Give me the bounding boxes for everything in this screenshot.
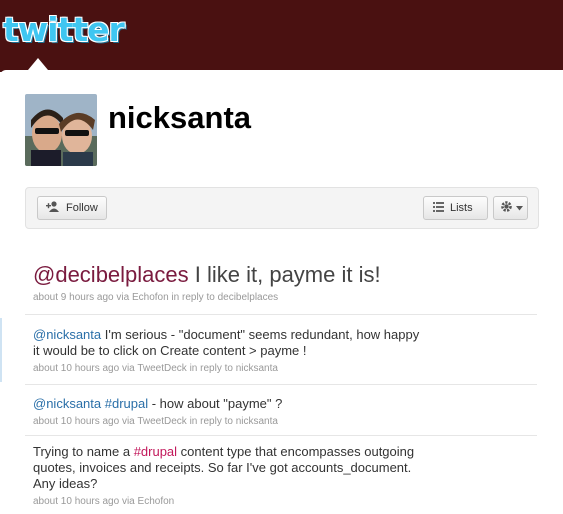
tweet-text: @decibelplaces I like it, payme it is! <box>33 262 381 288</box>
divider <box>25 384 537 385</box>
tweet-body-pre: Trying to name a <box>33 444 134 459</box>
tweet-body-line1: I'm serious - "document" seems redundant… <box>101 327 420 342</box>
mention-link[interactable]: @nicksanta <box>33 327 101 342</box>
twitter-logo[interactable]: twitter <box>3 10 125 49</box>
follow-label: Follow <box>66 202 98 214</box>
lists-button[interactable]: Lists <box>423 196 488 220</box>
tweet-body-line3: Any ideas? <box>33 476 98 491</box>
tweet-text: @nicksanta I'm serious - "document" seem… <box>33 327 419 359</box>
top-bar: twitter <box>0 0 563 72</box>
hashtag-link[interactable]: #drupal <box>105 396 148 411</box>
lists-label: Lists <box>450 202 473 214</box>
reply-indicator <box>0 318 2 382</box>
tweet-body-line1: content type that encompasses outgoing <box>177 444 415 459</box>
tweet-item: @nicksanta #drupal - how about "payme" ?… <box>33 396 282 427</box>
list-icon <box>433 201 444 215</box>
tweet-body: - how about "payme" ? <box>148 396 283 411</box>
divider <box>25 314 537 315</box>
tweet-meta: about 10 hours ago via Echofon <box>33 496 175 507</box>
add-user-icon <box>46 201 60 215</box>
avatar[interactable] <box>25 94 97 166</box>
gear-icon <box>500 200 513 216</box>
tweet-text: @nicksanta #drupal - how about "payme" ? <box>33 396 282 412</box>
tweet-item: Trying to name a #drupal content type th… <box>33 444 414 507</box>
divider <box>25 435 537 436</box>
tweet-body: I like it, payme it is! <box>188 262 381 287</box>
mention-link[interactable]: @nicksanta <box>33 396 101 411</box>
logo-pointer <box>28 58 48 70</box>
tweet-item: @nicksanta I'm serious - "document" seem… <box>33 327 419 374</box>
profile-action-bar: Follow Lists <box>25 187 539 229</box>
settings-menu-button[interactable] <box>493 196 528 220</box>
tweet-body-line2: it would be to click on Create content >… <box>33 343 307 358</box>
hashtag-link[interactable]: #drupal <box>134 444 177 459</box>
tweet-meta: about 10 hours ago via TweetDeck in repl… <box>33 363 278 374</box>
chevron-down-icon <box>516 202 523 214</box>
tweet-meta: about 10 hours ago via TweetDeck in repl… <box>33 416 278 427</box>
tweet-text: Trying to name a #drupal content type th… <box>33 444 414 492</box>
tweet-body-line2: quotes, invoices and receipts. So far I'… <box>33 460 412 475</box>
tweet-meta: about 9 hours ago via Echofon in reply t… <box>33 292 279 303</box>
mention-link[interactable]: @decibelplaces <box>33 262 189 287</box>
profile-username: nicksanta <box>108 100 252 135</box>
tweet-item: @decibelplaces I like it, payme it is! a… <box>33 262 381 303</box>
follow-button[interactable]: Follow <box>37 196 107 220</box>
